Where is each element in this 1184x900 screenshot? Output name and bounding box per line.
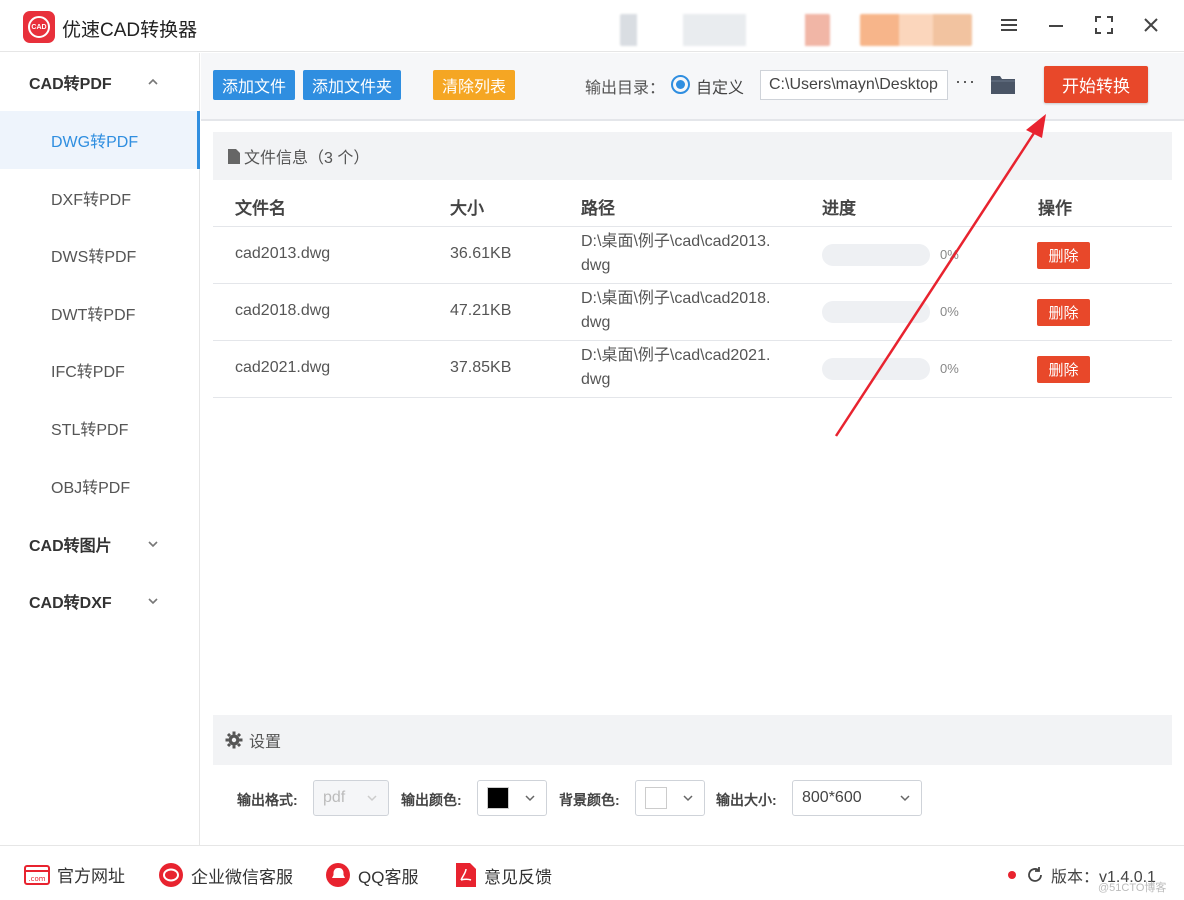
- progress-text: 0%: [940, 361, 959, 376]
- title-bar: CAD 优速CAD转换器: [0, 0, 1184, 52]
- sidebar-group-cad-to-dxf[interactable]: CAD转DXF: [0, 572, 200, 630]
- background-color-label: 背景颜色:: [559, 792, 620, 808]
- feedback-link[interactable]: 意见反馈: [455, 862, 552, 888]
- output-format-select[interactable]: pdf: [313, 780, 389, 816]
- file-size: 47.21KB: [450, 302, 512, 319]
- settings-panel: 输出格式: pdf 输出颜色: 背景颜色: 输出大小: 800*600: [213, 765, 1172, 831]
- folder-icon[interactable]: [990, 72, 1016, 96]
- sidebar-item-dws-pdf[interactable]: DWS转PDF: [0, 226, 200, 284]
- file-size: 37.85KB: [450, 359, 512, 376]
- chevron-down-icon: [900, 795, 910, 802]
- progress-text: 0%: [940, 247, 959, 262]
- chevron-down-icon: [525, 795, 535, 802]
- document-icon: [228, 148, 240, 164]
- file-panel: 文件信息（3 个） 文件名 大小 路径 进度 操作 cad2013.dwg 36…: [213, 132, 1172, 714]
- sidebar: CAD转PDF DWG转PDF DXF转PDF DWS转PDF DWT转PDF …: [0, 53, 200, 845]
- color-swatch: [645, 787, 667, 809]
- column-header-size: 大小: [450, 199, 484, 218]
- chevron-down-icon: [367, 795, 377, 802]
- progress-bar: [822, 244, 930, 266]
- column-header-action: 操作: [1038, 199, 1072, 218]
- close-icon[interactable]: [1138, 12, 1164, 38]
- toolbar: 添加文件 添加文件夹 清除列表 输出目录： 自定义 ··· 开始转换: [201, 53, 1184, 121]
- file-name: cad2018.dwg: [235, 302, 331, 319]
- progress-text: 0%: [940, 304, 959, 319]
- table-row: cad2018.dwg 47.21KB D:\桌面\例子\cad\cad2018…: [213, 284, 1172, 341]
- wechat-icon: [159, 863, 183, 887]
- chevron-down-icon: [148, 541, 158, 548]
- clear-list-button[interactable]: 清除列表: [433, 70, 516, 100]
- update-dot: [1008, 871, 1016, 879]
- column-header-name: 文件名: [235, 199, 286, 218]
- qq-icon: [326, 863, 350, 887]
- file-panel-title: 文件信息（3 个）: [244, 150, 370, 167]
- group-label: CAD转图片: [29, 538, 112, 555]
- output-path-input[interactable]: [760, 70, 948, 100]
- sidebar-group-cad-to-pdf[interactable]: CAD转PDF: [0, 53, 200, 111]
- group-label: CAD转PDF: [29, 76, 112, 93]
- file-path: D:\桌面\例子\cad\cad2018. dwg: [581, 290, 771, 331]
- qq-service-link[interactable]: QQ客服: [325, 862, 418, 888]
- website-link[interactable]: .com 官方网址: [24, 862, 125, 887]
- table-row: cad2013.dwg 36.61KB D:\桌面\例子\cad\cad2013…: [213, 227, 1172, 284]
- app-logo: CAD: [23, 11, 55, 43]
- chevron-down-icon: [148, 598, 158, 605]
- wechat-service-link[interactable]: 企业微信客服: [158, 862, 293, 888]
- progress-bar: [822, 301, 930, 323]
- output-size-select[interactable]: 800*600: [792, 780, 922, 816]
- blurred-region: [860, 14, 972, 46]
- file-path: D:\桌面\例子\cad\cad2021. dwg: [581, 347, 771, 388]
- column-header-progress: 进度: [822, 199, 856, 218]
- output-dir-label: 输出目录：: [585, 80, 666, 97]
- file-path: D:\桌面\例子\cad\cad2013. dwg: [581, 233, 771, 274]
- footer: .com 官方网址 企业微信客服 QQ客服 意见反馈 版本：v1.4.0.1 @…: [0, 845, 1184, 900]
- more-button[interactable]: ···: [955, 71, 976, 92]
- sidebar-item-dwg-pdf[interactable]: DWG转PDF: [0, 111, 200, 169]
- add-folder-button[interactable]: 添加文件夹: [303, 70, 402, 100]
- sidebar-item-dxf-pdf[interactable]: DXF转PDF: [0, 169, 200, 227]
- gear-icon: [225, 731, 243, 749]
- settings-title: 设置: [249, 734, 282, 751]
- sidebar-item-ifc-pdf[interactable]: IFC转PDF: [0, 341, 200, 399]
- logo-text: CAD: [28, 16, 50, 38]
- output-format-label: 输出格式:: [237, 792, 298, 808]
- menu-icon[interactable]: [996, 12, 1022, 38]
- pdf-document-icon: [456, 863, 476, 887]
- file-name: cad2013.dwg: [235, 245, 331, 262]
- output-size-label: 输出大小:: [716, 792, 777, 808]
- group-label: CAD转DXF: [29, 595, 112, 612]
- output-color-select[interactable]: [477, 780, 547, 816]
- start-convert-button[interactable]: 开始转换: [1044, 66, 1148, 103]
- sidebar-item-obj-pdf[interactable]: OBJ转PDF: [0, 457, 200, 515]
- column-header-path: 路径: [581, 199, 615, 218]
- app-title: 优速CAD转换器: [62, 20, 198, 41]
- refresh-icon[interactable]: [1025, 865, 1045, 885]
- custom-radio-label[interactable]: 自定义: [696, 74, 744, 98]
- chevron-up-icon: [148, 78, 158, 85]
- svg-text:.com: .com: [28, 875, 45, 883]
- delete-button[interactable]: 删除: [1037, 299, 1090, 326]
- file-size: 36.61KB: [450, 245, 512, 262]
- sidebar-item-dwt-pdf[interactable]: DWT转PDF: [0, 284, 200, 342]
- output-color-label: 输出颜色:: [401, 792, 462, 808]
- sidebar-group-cad-to-image[interactable]: CAD转图片: [0, 515, 200, 573]
- website-icon: .com: [24, 864, 50, 885]
- progress-bar: [822, 358, 930, 380]
- add-file-button[interactable]: 添加文件: [213, 70, 296, 100]
- delete-button[interactable]: 删除: [1037, 356, 1090, 383]
- maximize-icon[interactable]: [1091, 12, 1117, 38]
- file-name: cad2021.dwg: [235, 359, 331, 376]
- watermark: @51CTO博客: [1098, 882, 1167, 894]
- delete-button[interactable]: 删除: [1037, 242, 1090, 269]
- file-panel-header: 文件信息（3 个）: [213, 132, 1172, 180]
- minimize-icon[interactable]: [1043, 12, 1069, 38]
- background-color-select[interactable]: [635, 780, 705, 816]
- sidebar-item-stl-pdf[interactable]: STL转PDF: [0, 399, 200, 457]
- blurred-region: [620, 14, 830, 46]
- settings-header: 设置: [213, 715, 1172, 765]
- custom-radio[interactable]: [671, 75, 690, 94]
- table-row: cad2021.dwg 37.85KB D:\桌面\例子\cad\cad2021…: [213, 341, 1172, 398]
- chevron-down-icon: [683, 795, 693, 802]
- color-swatch: [487, 787, 509, 809]
